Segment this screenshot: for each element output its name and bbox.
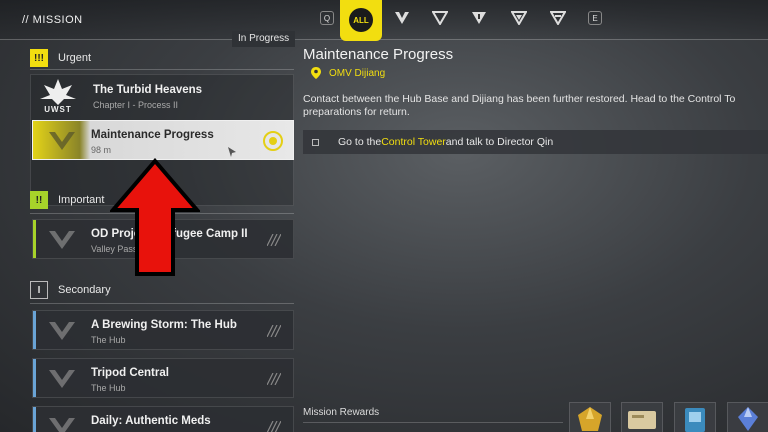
faction-logo-icon bbox=[49, 231, 75, 249]
page-title: // MISSION bbox=[22, 14, 83, 26]
secondary-filter-icon[interactable] bbox=[469, 8, 489, 28]
reward-item-gold-crystal-icon[interactable] bbox=[569, 402, 611, 432]
misc-filter-icon[interactable] bbox=[509, 8, 529, 28]
category-secondary: I Secondary bbox=[30, 281, 111, 299]
filter-all-label: ALL bbox=[349, 8, 373, 32]
divider bbox=[30, 303, 294, 304]
objective-row: Go to the Control Tower and talk to Dire… bbox=[303, 130, 768, 154]
rewards-divider bbox=[303, 422, 563, 423]
location-pin-icon bbox=[311, 67, 321, 79]
description-line-2: preparations for return. bbox=[303, 106, 410, 118]
location-label: OMV Dijiang bbox=[329, 67, 386, 79]
important-filter-icon[interactable] bbox=[430, 8, 450, 28]
quest-type-bar bbox=[33, 311, 36, 349]
category-label: Urgent bbox=[58, 52, 92, 64]
e-key-icon[interactable]: E bbox=[588, 11, 602, 25]
chapter-title: The Turbid Heavens bbox=[93, 84, 203, 96]
important-badge-icon: !! bbox=[30, 191, 48, 209]
reward-item-gem-icon[interactable] bbox=[727, 402, 768, 432]
objective-highlight: Control Tower bbox=[381, 136, 446, 148]
urgent-filter-icon[interactable] bbox=[392, 8, 412, 28]
chapter-header[interactable]: UWST The Turbid Heavens Chapter I - Proc… bbox=[32, 75, 294, 119]
cursor-icon bbox=[228, 147, 236, 157]
category-urgent: !!! Urgent bbox=[30, 49, 91, 67]
secondary-badge-icon: I bbox=[30, 281, 48, 299]
search-key-icon[interactable]: Q bbox=[320, 11, 334, 25]
quest-title: Daily: Authentic Meds bbox=[91, 415, 211, 427]
category-label: Important bbox=[58, 194, 105, 206]
category-important: !! Important bbox=[30, 191, 104, 209]
objective-checkbox-icon bbox=[312, 138, 319, 146]
filter-all-button[interactable]: ALL bbox=[340, 0, 382, 41]
faction-logo-icon bbox=[49, 370, 75, 388]
quest-tag-icon bbox=[267, 373, 281, 385]
quest-tag-icon bbox=[267, 234, 281, 246]
objective-prefix: Go to the bbox=[338, 136, 382, 148]
quest-tag-icon bbox=[267, 325, 281, 337]
faction-logo-icon bbox=[49, 132, 75, 150]
quest-card-tripod-central[interactable]: Tripod Central The Hub bbox=[32, 358, 294, 398]
quest-location: The Hub bbox=[91, 383, 126, 393]
quest-title: Tripod Central bbox=[91, 367, 169, 379]
faction-logo-icon bbox=[49, 322, 75, 340]
rewards-label: Mission Rewards bbox=[303, 407, 380, 418]
faction-logo-icon bbox=[49, 418, 75, 432]
quest-detail-panel: Maintenance Progress OMV Dijiang Contact… bbox=[303, 40, 768, 432]
filter-bar: Q ALL E bbox=[316, 0, 616, 41]
quest-distance: 98 m bbox=[91, 145, 112, 155]
divider bbox=[30, 69, 294, 70]
quest-type-bar bbox=[33, 359, 36, 397]
quest-title: A Brewing Storm: The Hub bbox=[91, 319, 237, 331]
quest-card-brewing-storm[interactable]: A Brewing Storm: The Hub The Hub bbox=[32, 310, 294, 350]
quest-title: Maintenance Progress bbox=[91, 129, 214, 141]
detail-title: Maintenance Progress bbox=[303, 46, 454, 63]
reward-item-ticket-icon[interactable] bbox=[621, 402, 663, 432]
description-line-1: Contact between the Hub Base and Dijiang… bbox=[303, 93, 736, 105]
quest-type-bar bbox=[33, 220, 36, 258]
quest-card-maintenance-progress[interactable]: Maintenance Progress 98 m bbox=[32, 120, 294, 160]
quest-type-bar bbox=[33, 407, 36, 432]
other-filter-icon[interactable] bbox=[548, 8, 568, 28]
uwst-logo-text: UWST bbox=[44, 105, 72, 114]
quest-card-daily-authentic-meds[interactable]: Daily: Authentic Meds bbox=[32, 406, 294, 432]
quest-tag-icon bbox=[267, 421, 281, 432]
quest-location: The Hub bbox=[91, 335, 126, 345]
objective-suffix: and talk to Director Qin bbox=[445, 136, 554, 148]
category-label: Secondary bbox=[58, 284, 111, 296]
detail-location[interactable]: OMV Dijiang bbox=[311, 67, 385, 79]
red-pointer-arrow-icon bbox=[110, 158, 200, 276]
chapter-subtitle: Chapter I - Process II bbox=[93, 100, 179, 110]
track-target-icon[interactable] bbox=[263, 131, 283, 151]
reward-item-card-icon[interactable] bbox=[674, 402, 716, 432]
urgent-badge-icon: !!! bbox=[30, 49, 48, 67]
